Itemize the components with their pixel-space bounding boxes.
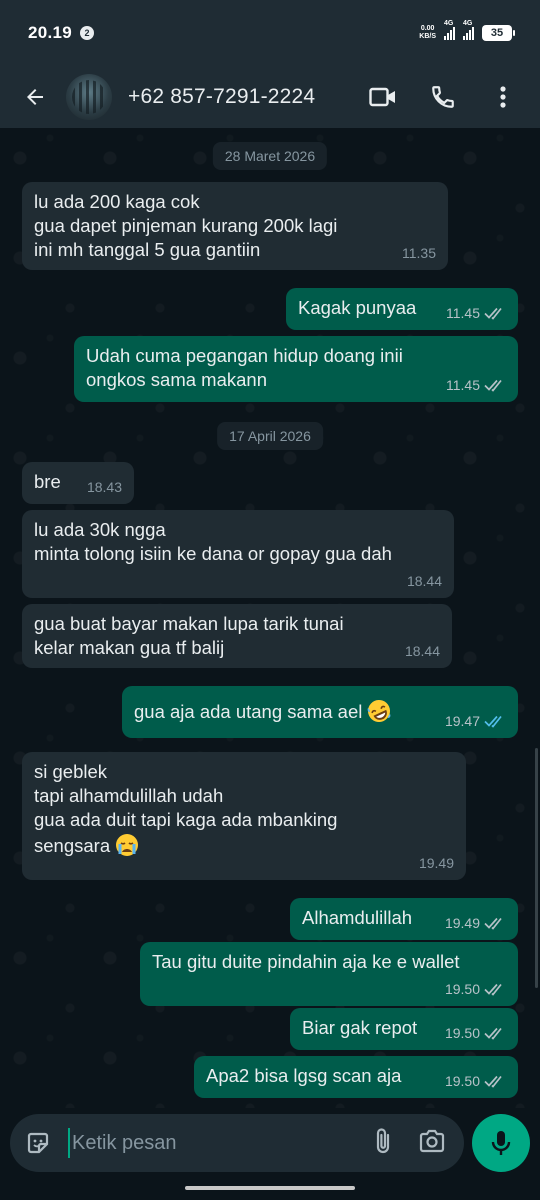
message-outgoing[interactable]: Udah cuma pegangan hidup doang inii ongk… — [74, 336, 518, 402]
network-speed-value: 0.00 — [420, 25, 435, 32]
message-text: Udah cuma pegangan hidup doang inii ongk… — [86, 345, 403, 390]
back-arrow-icon[interactable] — [18, 80, 52, 114]
message-incoming[interactable]: si geblek tapi alhamdulillah udah gua ad… — [22, 752, 466, 880]
read-ticks-icon — [484, 917, 502, 930]
message-outgoing[interactable]: Alhamdulillah 19.49 — [290, 898, 518, 940]
text-cursor — [68, 1128, 70, 1158]
message-outgoing[interactable]: Kagak punyaa 11.45 — [286, 288, 518, 330]
chat-header: +62 857-7291-2224 — [0, 66, 540, 128]
battery-icon: 35 — [482, 25, 515, 41]
camera-icon[interactable] — [418, 1129, 446, 1158]
phone-icon[interactable] — [428, 82, 458, 112]
avatar[interactable] — [66, 74, 112, 120]
network-speed-unit: KB/S — [419, 33, 436, 40]
message-outgoing[interactable]: gua aja ada utang sama ael 19.47 — [122, 686, 518, 738]
crying-emoji — [116, 834, 139, 856]
message-time: 19.50 — [444, 1025, 480, 1041]
message-time: 19.49 — [444, 915, 480, 931]
message-incoming[interactable]: lu ada 30k ngga minta tolong isiin ke da… — [22, 510, 454, 598]
date-separator: 17 April 2026 — [217, 422, 323, 450]
read-ticks-blue-icon — [484, 715, 502, 728]
message-meta: 18.43 — [87, 475, 122, 499]
message-text: Tau gitu duite pindahin aja ke e wallet — [152, 951, 460, 972]
attach-icon[interactable] — [372, 1126, 394, 1161]
date-separator: 28 Maret 2026 — [212, 142, 328, 170]
message-text: gua buat bayar makan lupa tarik tunai ke… — [34, 613, 344, 658]
signal-label: 4G — [463, 20, 473, 27]
status-indicators: 0.00 KB/S 4G 4G 35 — [419, 20, 515, 41]
message-incoming[interactable]: lu ada 200 kaga cok gua dapet pinjeman k… — [22, 182, 448, 270]
message-time: 11.45 — [446, 377, 480, 393]
message-text: lu ada 30k ngga minta tolong isiin ke da… — [34, 519, 392, 564]
message-input[interactable] — [72, 1131, 332, 1155]
status-time: 20.19 — [28, 23, 73, 42]
message-time: 19.50 — [444, 1073, 480, 1089]
header-actions — [368, 82, 526, 112]
message-meta: 19.50 — [445, 1021, 506, 1045]
read-ticks-icon — [484, 379, 502, 392]
signal-icon: 4G — [463, 20, 474, 40]
contact-name[interactable]: +62 857-7291-2224 — [128, 85, 315, 109]
sticker-icon[interactable] — [24, 1129, 52, 1157]
rolling-laughing-emoji — [367, 700, 391, 722]
message-text-row: si geblek tapi alhamdulillah udah gua ad… — [34, 760, 454, 858]
read-ticks-icon — [484, 1027, 502, 1040]
message-time: 11.35 — [402, 245, 436, 261]
mic-icon — [491, 1131, 511, 1155]
gesture-handle[interactable] — [185, 1186, 355, 1190]
network-speed: 0.00 KB/S — [419, 25, 436, 41]
message-meta: 19.49 — [445, 911, 506, 935]
chat-area[interactable]: 28 Maret 2026 lu ada 200 kaga cok gua da… — [0, 128, 540, 1108]
message-text: gua aja ada utang sama ael — [134, 701, 363, 722]
message-time: 19.49 — [418, 855, 454, 871]
message-outgoing[interactable]: Apa2 bisa lgsg scan aja 19.50 — [194, 1056, 518, 1098]
message-time: 19.47 — [444, 713, 480, 729]
message-text: lu ada 200 kaga cok gua dapet pinjeman k… — [34, 191, 338, 260]
message-time: 18.44 — [404, 643, 440, 659]
message-meta: 18.44 — [405, 639, 440, 663]
message-outgoing[interactable]: Biar gak repot 19.50 — [290, 1008, 518, 1050]
signal-icon: 4G — [444, 20, 455, 40]
message-incoming[interactable]: bre 18.43 — [22, 462, 134, 504]
video-call-icon[interactable] — [368, 82, 398, 112]
message-text: si geblek tapi alhamdulillah udah gua ad… — [34, 761, 338, 856]
message-meta: 19.50 — [445, 977, 506, 1001]
message-time: 11.45 — [446, 305, 480, 321]
message-meta: 19.47 — [445, 709, 506, 733]
scrollbar-thumb[interactable] — [535, 748, 538, 988]
message-input-pill — [10, 1114, 464, 1172]
mic-button[interactable] — [472, 1114, 530, 1172]
status-bar: 20.19 2 0.00 KB/S 4G 4G 35 — [0, 0, 540, 66]
read-ticks-icon — [484, 307, 502, 320]
signal-label: 4G — [444, 20, 454, 27]
system-nav-bar — [0, 1178, 540, 1200]
read-ticks-icon — [484, 1075, 502, 1088]
message-outgoing[interactable]: Tau gitu duite pindahin aja ke e wallet … — [140, 942, 518, 1006]
message-meta: 11.45 — [446, 301, 506, 325]
message-time: 18.43 — [86, 479, 122, 495]
message-time: 19.50 — [444, 981, 480, 997]
message-meta: 19.49 — [419, 851, 454, 875]
message-meta: 18.44 — [407, 569, 442, 593]
message-meta: 11.35 — [402, 241, 436, 265]
message-input-bar — [0, 1108, 540, 1178]
message-incoming[interactable]: gua buat bayar makan lupa tarik tunai ke… — [22, 604, 452, 668]
more-vert-icon[interactable] — [488, 82, 518, 112]
read-ticks-icon — [484, 983, 502, 996]
input-actions — [372, 1126, 450, 1161]
message-meta: 19.50 — [445, 1069, 506, 1093]
message-time: 18.44 — [406, 573, 442, 589]
notification-count-badge: 2 — [80, 26, 95, 40]
message-meta: 11.45 — [446, 373, 506, 397]
